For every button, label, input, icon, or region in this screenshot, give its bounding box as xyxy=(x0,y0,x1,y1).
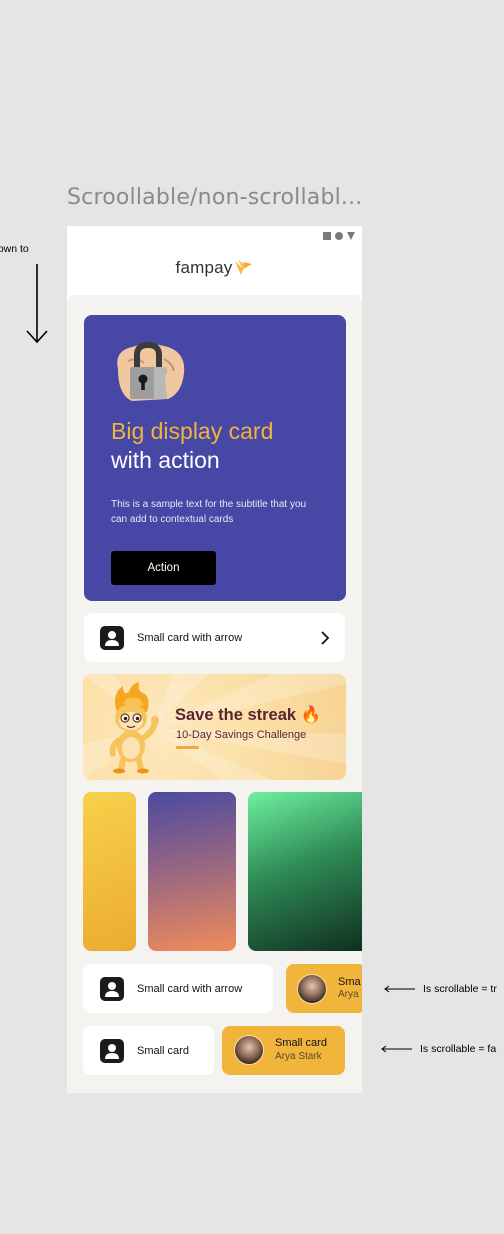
yellow-card-title: Small card xyxy=(275,1037,327,1049)
tall-card-green-gradient[interactable] xyxy=(248,792,362,951)
person-icon xyxy=(100,625,124,650)
scrollable-false-note: Is scrollable = fa xyxy=(380,1043,496,1055)
small-card-label: Small card with arrow xyxy=(137,982,243,995)
app-logo: fampay xyxy=(67,258,362,278)
scrollable-row-yellow-card[interactable]: Sma Arya xyxy=(286,964,362,1013)
person-icon xyxy=(100,1038,124,1063)
yellow-card-title: Sma xyxy=(338,976,361,988)
big-display-card[interactable]: Big display card with action This is a s… xyxy=(84,315,346,601)
yellow-card-subtitle: Arya Stark xyxy=(275,1051,322,1062)
signal-icon xyxy=(323,232,331,240)
left-arrow-icon xyxy=(384,985,415,993)
big-card-title-line2: with action xyxy=(111,447,220,473)
lock-illustration-icon xyxy=(117,341,185,401)
small-card-with-arrow[interactable]: Small card with arrow xyxy=(84,613,345,662)
scrollable-row-small-card-with-arrow[interactable]: Small card with arrow xyxy=(83,964,273,1013)
wing-logo-icon xyxy=(235,260,253,275)
non-scrollable-row-yellow-card[interactable]: Small card Arya Stark xyxy=(222,1026,345,1075)
chevron-right-icon[interactable] xyxy=(320,630,330,645)
content-area[interactable]: Big display card with action This is a s… xyxy=(67,295,362,1093)
big-card-title-line1: Big display card xyxy=(111,418,274,444)
avatar xyxy=(234,1035,264,1065)
down-arrow-icon xyxy=(26,264,48,344)
save-streak-card[interactable]: Save the streak 🔥 10-Day Savings Challen… xyxy=(83,674,346,780)
status-bar xyxy=(323,232,355,240)
battery-icon xyxy=(347,232,355,240)
small-card-label: Small card with arrow xyxy=(137,631,243,644)
scrollable-false-note-text: Is scrollable = fa xyxy=(420,1043,497,1055)
person-icon xyxy=(100,976,124,1001)
wifi-icon xyxy=(335,232,343,240)
monkey-mascot-icon xyxy=(109,682,159,774)
small-card-label: Small card xyxy=(137,1044,189,1057)
scrollable-true-note-text: Is scrollable = tr xyxy=(423,983,497,995)
scroll-down-note-line1: down to xyxy=(0,243,29,255)
logo-text: fampay xyxy=(175,258,233,277)
non-scrollable-row-small-card[interactable]: Small card xyxy=(83,1026,214,1075)
avatar xyxy=(297,974,327,1004)
yellow-card-subtitle: Arya xyxy=(338,989,359,1000)
left-arrow-icon xyxy=(381,1045,412,1053)
frame-title: Scroollable/non-scrollabl... xyxy=(67,185,363,210)
streak-title: Save the streak 🔥 xyxy=(175,706,322,724)
big-card-subtitle: This is a sample text for the subtitle t… xyxy=(111,499,307,525)
big-card-title: Big display card with action xyxy=(111,417,273,475)
phone-frame[interactable]: fampay Big display card with action This… xyxy=(67,226,362,1093)
streak-subtitle: 10-Day Savings Challenge xyxy=(176,729,307,741)
tall-card-yellow[interactable] xyxy=(83,792,136,951)
tall-card-purple-gradient[interactable] xyxy=(148,792,236,951)
streak-progress-bar xyxy=(176,746,199,749)
scrollable-true-note: Is scrollable = tr xyxy=(383,983,497,995)
action-button[interactable]: Action xyxy=(111,551,216,585)
